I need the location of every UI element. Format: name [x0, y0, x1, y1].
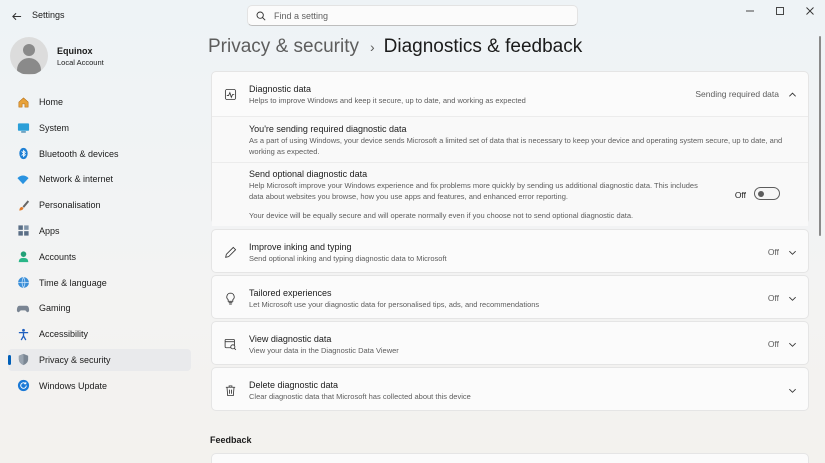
inking-description: Send optional inking and typing diagnost…: [249, 254, 447, 263]
minimize-icon: [746, 10, 754, 12]
feedback-card[interactable]: [211, 453, 809, 463]
chevron-down-icon[interactable]: [786, 338, 798, 350]
minimize-button[interactable]: [739, 4, 761, 18]
pen-icon: [223, 245, 237, 259]
chevron-up-icon[interactable]: [786, 88, 798, 100]
feedback-section-title: Feedback: [210, 435, 252, 445]
page-title: Diagnostics & feedback: [383, 36, 583, 57]
search-input[interactable]: [274, 10, 554, 21]
diagnostic-data-title: Diagnostic data: [249, 84, 312, 94]
diagnostic-data-card: Diagnostic data Helps to improve Windows…: [211, 71, 809, 226]
sidebar-item-label: Accessibility: [39, 329, 89, 340]
app-title: Settings: [32, 10, 65, 20]
sidebar-item-label: Apps: [39, 225, 60, 236]
brush-icon: [16, 198, 30, 212]
home-icon: [16, 95, 30, 109]
tailored-experiences-card[interactable]: Tailored experiences Let Microsoft use y…: [211, 275, 809, 319]
tailored-description: Let Microsoft use your diagnostic data f…: [249, 300, 540, 309]
back-button[interactable]: [6, 6, 26, 26]
sidebar-item-bluetooth[interactable]: Bluetooth & devices: [8, 143, 191, 165]
sidebar-item-label: Windows Update: [39, 380, 108, 391]
accounts-icon: [16, 250, 30, 264]
update-icon: [16, 379, 30, 393]
sidebar-item-network[interactable]: Network & internet: [8, 168, 191, 190]
diagnostic-data-status: Sending required data: [695, 89, 779, 99]
wifi-icon: [16, 172, 30, 186]
inking-status: Off: [767, 247, 779, 257]
shield-icon: [16, 353, 30, 367]
diagnostic-data-header[interactable]: Diagnostic data Helps to improve Windows…: [212, 72, 808, 116]
title-bar: Settings: [0, 0, 825, 32]
view-data-description: View your data in the Diagnostic Data Vi…: [249, 346, 399, 355]
close-button[interactable]: [799, 4, 821, 18]
sidebar-item-system[interactable]: System: [8, 117, 191, 139]
tailored-status: Off: [767, 293, 779, 303]
tailored-title: Tailored experiences: [249, 288, 332, 298]
optional-data-text: Help Microsoft improve your Windows expe…: [249, 181, 698, 201]
sidebar-item-privacy-security[interactable]: Privacy & security: [8, 348, 191, 371]
optional-data-note: Your device will be equally secure and w…: [249, 211, 634, 220]
sidebar-item-label: Network & internet: [39, 174, 114, 185]
sidebar-item-personalisation[interactable]: Personalisation: [8, 194, 191, 216]
required-data-title: You're sending required diagnostic data: [249, 124, 407, 134]
apps-icon: [16, 224, 30, 238]
sidebar-item-gaming[interactable]: Gaming: [8, 297, 191, 319]
avatar: [10, 37, 48, 75]
sidebar-item-windows-update[interactable]: Windows Update: [8, 375, 191, 397]
system-icon: [16, 121, 30, 135]
view-diagnostic-data-card[interactable]: View diagnostic data View your data in t…: [211, 321, 809, 365]
breadcrumb-separator: ›: [369, 39, 375, 55]
view-data-status: Off: [767, 339, 779, 349]
inking-typing-card[interactable]: Improve inking and typing Send optional …: [211, 229, 809, 273]
optional-data-toggle-label: Off: [734, 190, 746, 200]
delete-data-title: Delete diagnostic data: [249, 380, 339, 390]
sidebar-item-time-language[interactable]: Time & language: [8, 272, 191, 294]
diagnostic-chart-icon: [223, 87, 237, 101]
sidebar-item-accounts[interactable]: Accounts: [8, 246, 191, 268]
chevron-down-icon[interactable]: [786, 246, 798, 258]
optional-data-title: Send optional diagnostic data: [249, 169, 368, 179]
accessibility-icon: [16, 327, 30, 341]
user-profile[interactable]: Equinox Local Account: [10, 37, 190, 77]
optional-data-toggle[interactable]: [754, 187, 780, 200]
maximize-icon: [776, 7, 784, 15]
diagnostic-data-details: You're sending required diagnostic data …: [212, 116, 808, 226]
delete-data-description: Clear diagnostic data that Microsoft has…: [249, 392, 471, 401]
sidebar-item-label: Time & language: [39, 277, 107, 288]
inking-title: Improve inking and typing: [249, 242, 352, 252]
sidebar-item-accessibility[interactable]: Accessibility: [8, 323, 191, 345]
data-viewer-icon: [223, 337, 237, 351]
sidebar-item-label: System: [39, 122, 70, 133]
scrollbar[interactable]: [819, 36, 821, 236]
bluetooth-icon: [16, 147, 30, 161]
sidebar-item-apps[interactable]: Apps: [8, 220, 191, 242]
search-box[interactable]: [247, 5, 578, 26]
sidebar-item-label: Bluetooth & devices: [39, 148, 119, 159]
profile-account-type: Local Account: [57, 58, 104, 67]
search-icon: [256, 11, 266, 20]
sidebar-item-home[interactable]: Home: [8, 91, 191, 113]
back-arrow-icon: [11, 12, 21, 20]
maximize-button[interactable]: [769, 4, 791, 18]
globe-icon: [16, 276, 30, 290]
chevron-down-icon[interactable]: [786, 384, 798, 396]
sidebar-item-label: Gaming: [39, 303, 71, 314]
close-icon: [806, 7, 814, 15]
profile-name: Equinox: [57, 46, 93, 56]
breadcrumb-parent[interactable]: Privacy & security: [208, 36, 359, 58]
sidebar-nav: Home System Bluetooth & devices Network …: [8, 91, 191, 401]
diagnostic-data-description: Helps to improve Windows and keep it sec…: [249, 96, 526, 105]
sidebar-item-label: Accounts: [39, 251, 77, 262]
gaming-icon: [16, 301, 30, 315]
lightbulb-icon: [223, 291, 237, 305]
required-data-text: As a part of using Windows, your device …: [249, 136, 783, 156]
view-data-title: View diagnostic data: [249, 334, 332, 344]
trash-icon: [223, 383, 237, 397]
delete-diagnostic-data-card[interactable]: Delete diagnostic data Clear diagnostic …: [211, 367, 809, 411]
sidebar-item-label: Home: [39, 97, 64, 107]
chevron-down-icon[interactable]: [786, 292, 798, 304]
breadcrumb: Privacy & security › Diagnostics & feedb…: [208, 36, 582, 58]
sidebar-item-label: Privacy & security: [39, 354, 111, 365]
sidebar-item-label: Personalisation: [39, 200, 101, 211]
